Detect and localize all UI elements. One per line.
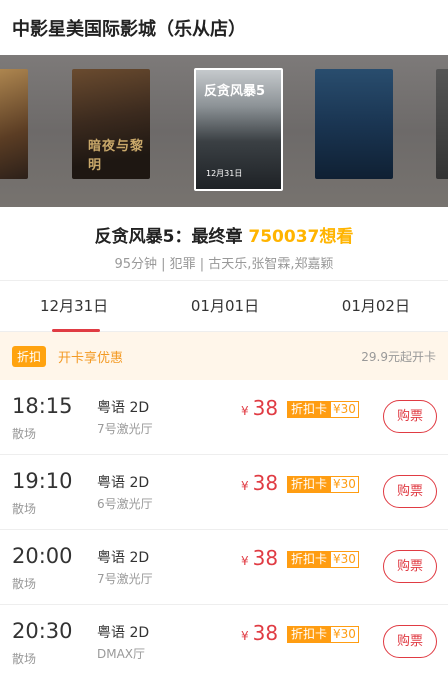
discount-card-price: 折扣卡 ¥30 [287, 551, 359, 568]
poster-selected-title: 反贪风暴5 [204, 84, 266, 99]
tab-date-3[interactable]: 01月02日 [287, 281, 448, 331]
buy-ticket-button[interactable]: 购票 [383, 475, 437, 508]
show-hall: 6号激光厅 [97, 497, 153, 511]
showtime-row[interactable]: 19:10 散场 粤语 2D 6号激光厅 ¥38 折扣卡 ¥30 购票 [0, 455, 448, 530]
show-language: 粤语 2D [97, 550, 150, 566]
film-want-count: 750037想看 [248, 227, 354, 247]
show-language: 粤语 2D [97, 400, 150, 416]
price-value: 38 [252, 471, 279, 495]
show-price: ¥38 [241, 396, 278, 420]
poster-selected-date: 12月31日 [206, 169, 243, 178]
discount-badge: 折扣 [12, 345, 47, 367]
show-hall: 7号激光厅 [97, 572, 153, 586]
poster-2[interactable]: 暗夜与黎明 [72, 69, 150, 179]
yen-sign: ¥ [241, 629, 249, 643]
show-time: 20:00 [12, 544, 73, 568]
yen-sign: ¥ [241, 554, 249, 568]
discount-card-price: 折扣卡 ¥30 [287, 401, 359, 418]
show-end-label: 散场 [12, 652, 37, 666]
show-end-label: 散场 [12, 577, 37, 591]
card-price: ¥30 [331, 476, 359, 493]
price-value: 38 [252, 396, 279, 420]
price-value: 38 [252, 621, 279, 645]
show-language: 粤语 2D [97, 475, 150, 491]
show-price: ¥38 [241, 621, 278, 645]
poster-4[interactable] [315, 69, 393, 179]
buy-ticket-button[interactable]: 购票 [383, 625, 437, 658]
cinema-header: 中影星美国际影城（乐从店） [0, 0, 448, 55]
film-title-line: 反贪风暴5：最终章 750037想看 [0, 222, 448, 247]
discount-card-price: 折扣卡 ¥30 [287, 476, 359, 493]
discount-card-price: 折扣卡 ¥30 [287, 626, 359, 643]
showtime-row[interactable]: 20:00 散场 粤语 2D 7号激光厅 ¥38 折扣卡 ¥30 购票 [0, 530, 448, 605]
show-end-label: 散场 [12, 502, 37, 516]
card-label: 折扣卡 [287, 551, 332, 568]
price-value: 38 [252, 546, 279, 570]
show-language: 粤语 2D [97, 625, 150, 641]
show-price: ¥38 [241, 471, 278, 495]
poster-carousel[interactable]: 暗夜与黎明 反贪风暴5 12月31日 [0, 55, 448, 207]
card-price: ¥30 [331, 551, 359, 568]
poster-1[interactable] [0, 69, 28, 179]
buy-ticket-button[interactable]: 购票 [383, 550, 437, 583]
film-info: 反贪风暴5：最终章 750037想看 95分钟 | 犯罪 | 古天乐,张智霖,郑… [0, 207, 448, 280]
card-label: 折扣卡 [287, 401, 332, 418]
show-end-label: 散场 [12, 427, 37, 441]
film-meta: 95分钟 | 犯罪 | 古天乐,张智霖,郑嘉颖 [114, 257, 334, 272]
card-label: 折扣卡 [287, 626, 332, 643]
show-hall: DMAX厅 [97, 647, 146, 661]
poster-2-title: 暗夜与黎明 [88, 139, 145, 173]
card-label: 折扣卡 [287, 476, 332, 493]
tab-date-1[interactable]: 12月31日 [0, 281, 163, 332]
showtime-row[interactable]: 18:15 散场 粤语 2D 7号激光厅 ¥38 折扣卡 ¥30 购票 [0, 380, 448, 455]
show-time: 19:10 [12, 469, 73, 493]
yen-sign: ¥ [241, 404, 249, 418]
poster-selected[interactable]: 反贪风暴5 12月31日 [194, 68, 283, 191]
date-tabs: 12月31日 01月01日 01月02日 [0, 280, 448, 332]
promo-banner[interactable]: 折扣 开卡享优惠 29.9元起开卡 [0, 332, 448, 380]
card-price: ¥30 [331, 401, 359, 418]
tab-date-2[interactable]: 01月01日 [163, 281, 286, 331]
show-time: 20:30 [12, 619, 73, 643]
showtime-row[interactable]: 20:30 散场 粤语 2D DMAX厅 ¥38 折扣卡 ¥30 购票 [0, 605, 448, 677]
film-name: 反贪风暴5：最终章 [94, 227, 243, 247]
buy-ticket-button[interactable]: 购票 [383, 400, 437, 433]
show-price: ¥38 [241, 546, 278, 570]
promo-text: 开卡享优惠 [58, 350, 124, 366]
yen-sign: ¥ [241, 479, 249, 493]
cinema-title: 中影星美国际影城（乐从店） [12, 18, 246, 40]
show-time: 18:15 [12, 394, 73, 418]
promo-price: 29.9元起开卡 [361, 349, 436, 364]
card-price: ¥30 [331, 626, 359, 643]
poster-5[interactable] [436, 69, 448, 179]
show-hall: 7号激光厅 [97, 422, 153, 436]
